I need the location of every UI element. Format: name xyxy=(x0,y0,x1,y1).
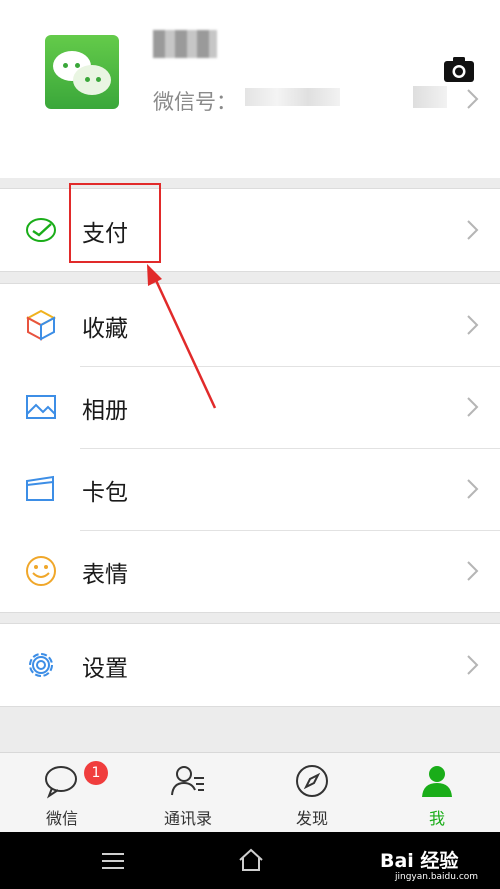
gear-icon xyxy=(29,653,53,677)
chevron-right-icon xyxy=(467,655,479,675)
nickname-blurred xyxy=(153,30,217,58)
menu-item-album[interactable]: 相册 xyxy=(0,366,500,448)
compass-icon xyxy=(296,765,328,797)
menu-item-stickers[interactable]: 表情 xyxy=(0,530,500,612)
menu-item-cards[interactable]: 卡包 xyxy=(0,448,500,530)
tab-label: 发现 xyxy=(295,809,328,828)
tab-me[interactable]: 我 xyxy=(387,753,487,833)
tab-label: 通讯录 xyxy=(163,809,212,828)
qr-code-blurred[interactable] xyxy=(413,86,447,108)
chevron-right-icon xyxy=(467,561,479,581)
chat-bubble-icon xyxy=(45,766,77,799)
tab-chats[interactable]: 1 微信 xyxy=(12,753,112,833)
home-icon[interactable] xyxy=(238,848,264,872)
avatar[interactable] xyxy=(45,35,119,109)
photo-icon xyxy=(26,395,56,419)
unread-badge: 1 xyxy=(84,761,108,785)
baidu-watermark: Bai 经验 xyxy=(380,850,459,872)
contacts-icon xyxy=(171,766,204,796)
menu-item-favorites[interactable]: 收藏 xyxy=(0,284,500,366)
chevron-right-icon xyxy=(467,479,479,499)
chevron-right-icon xyxy=(467,315,479,335)
tab-discover[interactable]: 发现 xyxy=(262,753,362,833)
wechat-id-blurred xyxy=(245,88,340,106)
card-wallet-icon xyxy=(26,475,54,501)
menu-icon[interactable] xyxy=(102,852,124,870)
camera-icon[interactable] xyxy=(444,56,474,82)
features-section: 收藏 相册 卡包 表情 xyxy=(0,283,500,613)
tab-label: 微信 xyxy=(45,809,78,828)
highlight-box xyxy=(69,183,161,263)
menu-label: 表情 xyxy=(82,562,128,588)
wechat-id-label: 微信号： xyxy=(153,90,237,114)
cube-icon xyxy=(25,309,57,341)
tab-label: 我 xyxy=(428,809,445,828)
chevron-right-icon xyxy=(467,397,479,417)
watermark-url: jingyan.baidu.com xyxy=(395,872,479,882)
wallet-check-icon xyxy=(26,218,56,242)
profile-header[interactable]: 微信号： xyxy=(0,0,500,178)
system-nav-bar: Bai 经验 jingyan.baidu.com xyxy=(0,832,500,889)
menu-label: 卡包 xyxy=(82,480,128,506)
tab-contacts[interactable]: 通讯录 xyxy=(138,753,238,833)
chevron-right-icon xyxy=(467,220,479,240)
menu-label: 收藏 xyxy=(82,316,128,342)
person-icon xyxy=(422,766,452,797)
menu-item-settings[interactable]: 设置 xyxy=(0,624,500,706)
menu-label: 设置 xyxy=(82,656,128,682)
tab-bar: 1 微信 通讯录 发现 我 xyxy=(0,752,500,832)
chevron-right-icon xyxy=(467,89,479,109)
menu-label: 相册 xyxy=(82,398,128,424)
settings-section: 设置 xyxy=(0,623,500,707)
smiley-icon xyxy=(26,556,56,586)
